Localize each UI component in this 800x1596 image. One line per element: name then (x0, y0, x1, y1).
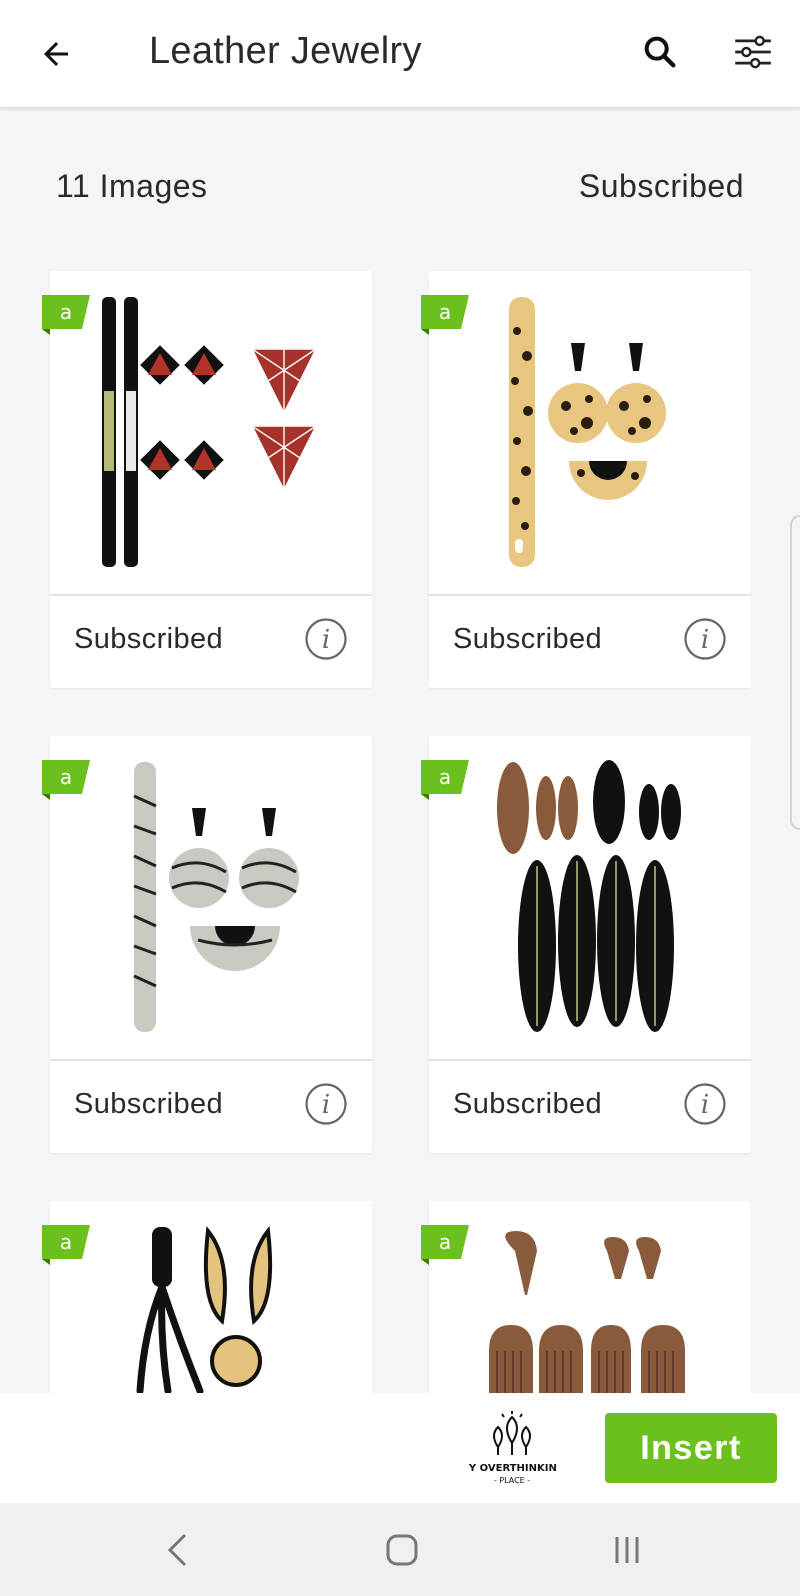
bottom-action-bar: MY OVERTHINKING - PLACE - Insert (0, 1393, 800, 1503)
image-grid: a Subscribed i a Subscribed i a Subscrib… (0, 240, 800, 1393)
card-status: Subscribed (74, 623, 224, 655)
image-card[interactable]: a Subscribed i (42, 271, 372, 688)
search-button[interactable] (638, 30, 682, 74)
info-icon[interactable]: i (683, 617, 727, 661)
info-icon[interactable]: i (304, 1082, 348, 1126)
access-badge-icon: a (421, 1225, 469, 1265)
geometric-earrings-image (102, 297, 318, 567)
image-card[interactable]: a Subscribed i (42, 736, 372, 1153)
svg-text:a: a (60, 300, 72, 324)
svg-text:MY OVERTHINKING: MY OVERTHINKING (468, 1463, 556, 1474)
brand-logo: MY OVERTHINKING - PLACE - (468, 1411, 556, 1485)
subscription-filter[interactable]: Subscribed (579, 168, 744, 205)
info-icon[interactable]: i (683, 1082, 727, 1126)
card-thumbnail[interactable] (50, 271, 372, 594)
svg-text:a: a (439, 1230, 451, 1254)
leopard-earrings-image (509, 297, 666, 567)
svg-text:a: a (60, 765, 72, 789)
chevron-left-icon (167, 1534, 186, 1566)
svg-text:i: i (701, 625, 709, 655)
arrow-left-icon (44, 42, 68, 66)
top-app-bar: Leather Jewelry (0, 0, 800, 107)
image-card[interactable]: a (42, 1201, 372, 1393)
card-divider (50, 1059, 372, 1061)
sliders-icon (735, 35, 771, 69)
edge-panel-handle[interactable] (790, 515, 800, 830)
system-navigation-bar (0, 1503, 800, 1596)
filter-button[interactable] (731, 30, 775, 74)
home-square-icon (386, 1534, 418, 1566)
fringe-earrings-image (489, 1231, 685, 1393)
insert-button[interactable]: Insert (605, 1413, 777, 1483)
info-icon[interactable]: i (304, 617, 348, 661)
system-home-button[interactable] (377, 1525, 427, 1575)
access-badge-icon: a (42, 1225, 90, 1265)
svg-text:a: a (439, 300, 451, 324)
card-divider (429, 594, 751, 596)
system-recents-button[interactable] (602, 1525, 652, 1575)
svg-text:a: a (60, 1230, 72, 1254)
recent-apps-icon (615, 1537, 639, 1563)
page-title: Leather Jewelry (149, 30, 422, 72)
card-divider (50, 594, 372, 596)
feather-earrings-image (497, 760, 681, 1032)
image-card[interactable]: a Subscribed i (421, 736, 751, 1153)
svg-text:i: i (322, 625, 330, 655)
app-screen: Leather Jewelry 11 Images Subscribed a S… (0, 0, 800, 1596)
search-icon (644, 36, 676, 68)
image-card[interactable]: a Subscribed i (421, 271, 751, 688)
card-status: Subscribed (453, 623, 603, 655)
zebra-earrings-image (133, 762, 299, 1032)
card-thumbnail[interactable] (429, 1201, 751, 1393)
svg-text:- PLACE -: - PLACE - (494, 1476, 530, 1485)
card-status: Subscribed (74, 1088, 224, 1120)
card-status: Subscribed (453, 1088, 603, 1120)
svg-text:i: i (701, 1090, 709, 1120)
back-button[interactable] (36, 34, 76, 74)
wing-earrings-image (136, 1225, 273, 1393)
access-badge-icon: a (421, 295, 469, 335)
card-thumbnail[interactable] (50, 736, 372, 1059)
svg-text:i: i (322, 1090, 330, 1120)
access-badge-icon: a (421, 760, 469, 800)
card-thumbnail[interactable] (429, 271, 751, 594)
svg-text:a: a (439, 765, 451, 789)
card-thumbnail[interactable] (429, 736, 751, 1059)
access-badge-icon: a (42, 295, 90, 335)
system-back-button[interactable] (152, 1525, 202, 1575)
card-divider (429, 1059, 751, 1061)
image-count: 11 Images (56, 168, 208, 204)
access-badge-icon: a (42, 760, 90, 800)
image-card[interactable]: a (421, 1201, 751, 1393)
card-thumbnail[interactable] (50, 1201, 372, 1393)
